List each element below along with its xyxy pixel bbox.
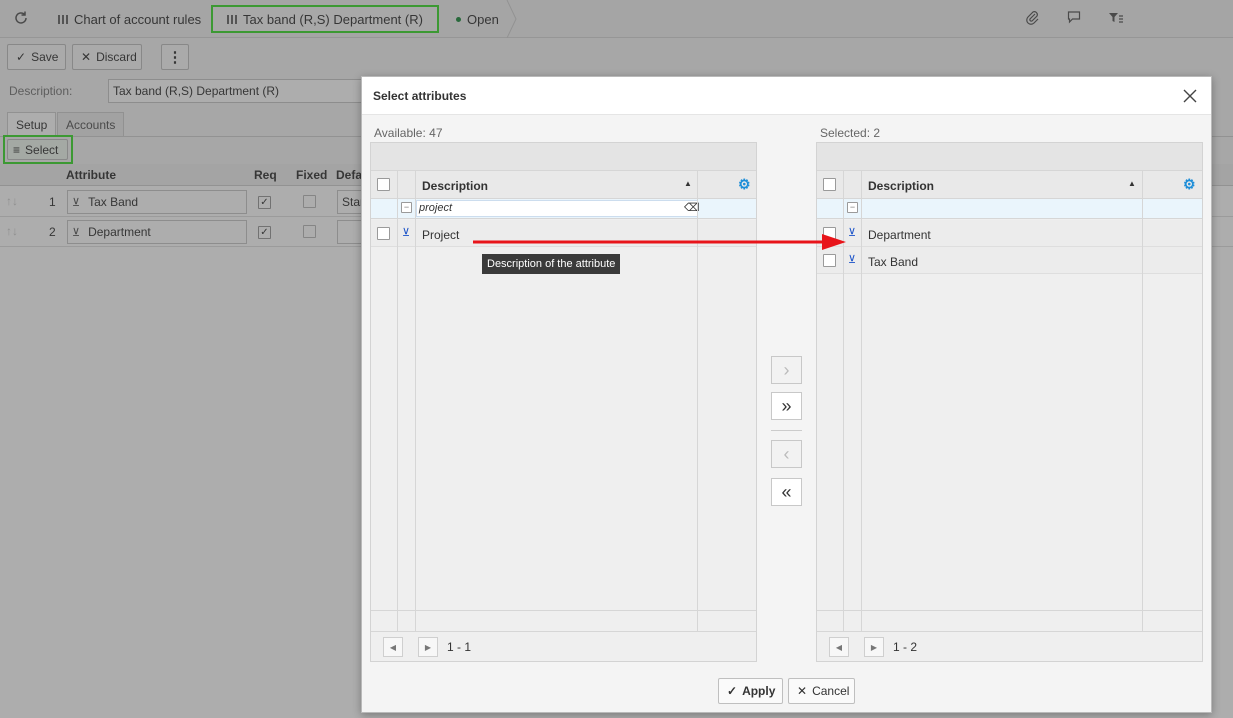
cancel-button[interactable]: ✕ Cancel: [788, 678, 855, 704]
prev-page-button[interactable]: ◀: [383, 637, 403, 657]
prev-page-button[interactable]: ◀: [829, 637, 849, 657]
next-page-button[interactable]: ▶: [418, 637, 438, 657]
next-page-button[interactable]: ▶: [864, 637, 884, 657]
available-column-header: Description ▲ ⚙: [371, 171, 756, 199]
column-divider: [1142, 171, 1143, 634]
gear-icon[interactable]: ⚙: [738, 176, 751, 193]
move-all-right-button[interactable]: »: [771, 392, 802, 420]
apply-button[interactable]: ✓ Apply: [718, 678, 783, 704]
description-filter-input[interactable]: project: [416, 200, 698, 217]
column-divider: [397, 171, 398, 634]
select-attributes-dialog: Select attributes Available: 47 Selected…: [361, 76, 1212, 713]
available-pager: ◀ ▶ 1 - 1: [371, 631, 756, 661]
available-footer-row: [371, 610, 756, 631]
selected-item-label: Tax Band: [868, 255, 919, 269]
selected-panel: Description ▲ ⚙ − ⊻ Department ⊻ Tax Ban…: [816, 142, 1203, 662]
selected-footer-row: [817, 610, 1202, 631]
available-page-range: 1 - 1: [447, 640, 472, 654]
selected-group-band: [817, 143, 1202, 171]
close-icon[interactable]: [1180, 86, 1200, 106]
move-left-button[interactable]: ‹: [771, 440, 802, 468]
move-right-button[interactable]: ›: [771, 356, 802, 384]
selected-column-header: Description ▲ ⚙: [817, 171, 1202, 199]
selected-count: Selected: 2: [820, 126, 881, 140]
attribute-type-icon: ⊻: [848, 254, 857, 266]
filter-toggle-icon[interactable]: −: [401, 202, 412, 213]
dialog-title: Select attributes: [373, 89, 467, 103]
check-icon: ✓: [727, 684, 738, 698]
selected-item-label: Department: [868, 228, 931, 242]
move-all-left-button[interactable]: «: [771, 478, 802, 506]
selected-pager: ◀ ▶ 1 - 2: [817, 631, 1202, 661]
list-item[interactable]: ⊻ Department: [817, 220, 1202, 247]
available-filter-row: − project ⌫: [371, 199, 756, 219]
dialog-body: Available: 47 Selected: 2 Description ▲ …: [362, 115, 1211, 712]
available-count: Available: 47: [374, 126, 443, 140]
button-separator: [771, 430, 802, 431]
available-group-band: [371, 143, 756, 171]
attribute-type-icon: ⊻: [402, 227, 411, 239]
row-checkbox[interactable]: [823, 254, 836, 267]
available-item-label: Project: [422, 228, 460, 242]
dialog-header: Select attributes: [362, 77, 1211, 115]
list-item[interactable]: ⊻ Tax Band: [817, 247, 1202, 274]
annotation-arrow: [473, 234, 846, 250]
select-all-checkbox[interactable]: [377, 178, 390, 191]
tooltip: Description of the attribute: [482, 254, 621, 274]
column-divider: [861, 171, 862, 634]
description-column-header[interactable]: Description: [422, 179, 488, 193]
filter-toggle-icon[interactable]: −: [847, 202, 858, 213]
row-checkbox[interactable]: [377, 227, 390, 240]
sort-asc-icon[interactable]: ▲: [1128, 179, 1136, 188]
available-panel: Description ▲ ⚙ − project ⌫ ⊻ Project ◀ …: [370, 142, 757, 662]
close-icon: ✕: [797, 684, 808, 698]
selected-filter-row: −: [817, 199, 1202, 219]
description-column-header[interactable]: Description: [868, 179, 934, 193]
selected-page-range: 1 - 2: [893, 640, 918, 654]
gear-icon[interactable]: ⚙: [1183, 176, 1196, 193]
sort-asc-icon[interactable]: ▲: [684, 179, 692, 188]
column-divider: [415, 171, 416, 634]
select-all-checkbox[interactable]: [823, 178, 836, 191]
